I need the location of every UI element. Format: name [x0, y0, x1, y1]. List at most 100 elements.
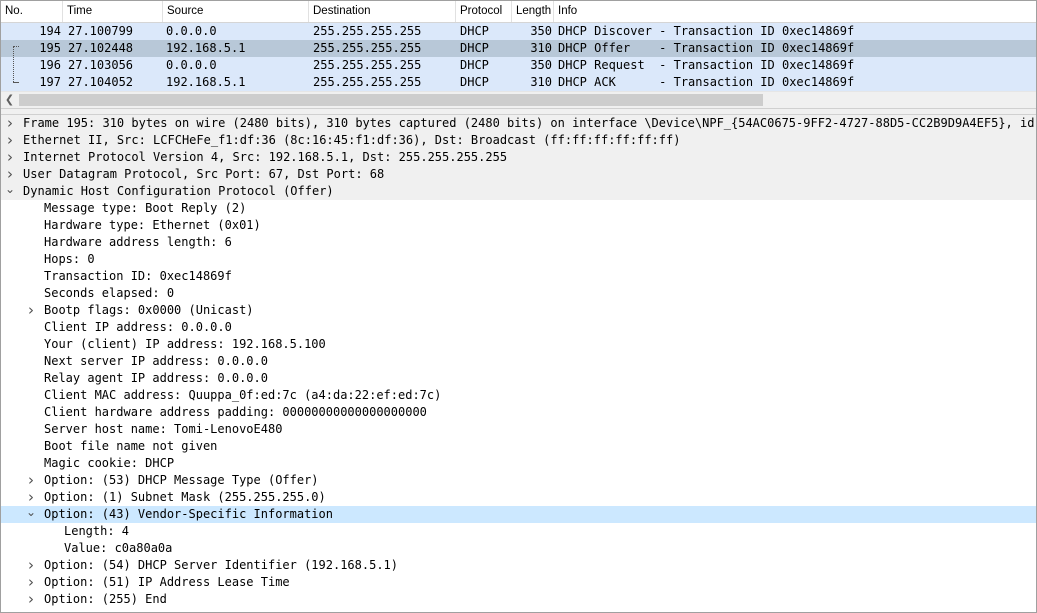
detail-tree-item[interactable]: Hardware type: Ethernet (0x01) [1, 217, 1036, 234]
detail-tree-item[interactable]: › Option: (54) DHCP Server Identifier (19… [1, 557, 1036, 574]
chevron-right-icon[interactable]: › [4, 166, 16, 183]
detail-tree-item[interactable]: Magic cookie: DHCP [1, 455, 1036, 472]
chevron-right-icon[interactable]: › [4, 132, 16, 149]
column-header-info[interactable]: Info [554, 1, 1036, 22]
column-header-source[interactable]: Source [163, 1, 309, 22]
pane-splitter[interactable] [1, 108, 1036, 115]
packet-cell-protocol: DHCP [460, 24, 489, 38]
detail-tree-item[interactable]: Next server IP address: 0.0.0.0 [1, 353, 1036, 370]
detail-tree-item[interactable]: Your (client) IP address: 192.168.5.100 [1, 336, 1036, 353]
detail-tree-item[interactable]: Server host name: Tomi-LenovoE480 [1, 421, 1036, 438]
scrollbar-thumb[interactable] [19, 94, 763, 106]
packet-cell-source: 0.0.0.0 [166, 58, 217, 72]
packet-list-horizontal-scrollbar[interactable]: ❮ [1, 91, 1036, 108]
detail-tree-item[interactable]: › Option: (51) IP Address Lease Time [1, 574, 1036, 591]
detail-tree-item[interactable]: Client hardware address padding: 0000000… [1, 404, 1036, 421]
packet-row[interactable]: 195 27.102448 192.168.5.1 255.255.255.255 DH… [1, 40, 1036, 57]
detail-tree-item[interactable]: ⌄ Option: (43) Vendor-Specific Informatio… [1, 506, 1036, 523]
related-packet-indicator-cap [13, 46, 19, 47]
detail-tree-label: Length: 4 [64, 524, 130, 538]
detail-tree-item[interactable]: › User Datagram Protocol, Src Port: 67, D… [1, 166, 1036, 183]
detail-tree-item[interactable]: Message type: Boot Reply (2) [1, 200, 1036, 217]
packet-cell-time: 27.102448 [68, 41, 134, 55]
detail-tree-item[interactable]: › Option: (255) End [1, 591, 1036, 608]
packet-list-pane: No. Time Source Destination Protocol Len… [1, 1, 1036, 108]
detail-tree-item[interactable]: Boot file name not given [1, 438, 1036, 455]
column-header-length[interactable]: Length [512, 1, 554, 22]
packet-details-tree: › Frame 195: 310 bytes on wire (2480 bits… [1, 115, 1036, 608]
packet-row[interactable]: 194 27.100799 0.0.0.0 255.255.255.255 DHCP 35… [1, 23, 1036, 40]
chevron-right-icon[interactable]: › [25, 557, 37, 574]
detail-tree-label: Server host name: Tomi-LenovoE480 [44, 422, 283, 436]
detail-tree-label: Client IP address: 0.0.0.0 [44, 320, 232, 334]
chevron-right-icon[interactable]: › [25, 591, 37, 608]
packet-cell-destination: 255.255.255.255 [313, 24, 422, 38]
chevron-right-icon[interactable]: › [25, 489, 37, 506]
packet-cell-length: 350 [530, 58, 552, 72]
chevron-right-icon[interactable]: › [25, 574, 37, 591]
detail-tree-label: Transaction ID: 0xec14869f [44, 269, 232, 283]
packet-cell-destination: 255.255.255.255 [313, 41, 422, 55]
packet-cell-no: 196 [39, 58, 61, 72]
column-header-destination[interactable]: Destination [309, 1, 456, 22]
chevron-right-icon[interactable]: › [4, 115, 16, 132]
detail-tree-item[interactable]: Seconds elapsed: 0 [1, 285, 1036, 302]
packet-list-header: No. Time Source Destination Protocol Len… [1, 1, 1036, 23]
detail-tree-label: Magic cookie: DHCP [44, 456, 175, 470]
chevron-right-icon[interactable]: › [25, 302, 37, 319]
packet-cell-info: DHCP ACK - Transaction ID 0xec14869f [558, 75, 855, 89]
packet-list-rows: 194 27.100799 0.0.0.0 255.255.255.255 DHCP 35… [1, 23, 1036, 91]
packet-cell-info: DHCP Discover - Transaction ID 0xec14869… [558, 24, 855, 38]
column-header-no[interactable]: No. [1, 1, 63, 22]
detail-tree-label: Client hardware address padding: 0000000… [44, 405, 427, 419]
detail-tree-item[interactable]: Client IP address: 0.0.0.0 [1, 319, 1036, 336]
detail-tree-label: Boot file name not given [44, 439, 218, 453]
detail-tree-item[interactable]: Relay agent IP address: 0.0.0.0 [1, 370, 1036, 387]
detail-tree-label: Internet Protocol Version 4, Src: 192.16… [23, 150, 508, 164]
chevron-down-icon[interactable]: ⌄ [4, 183, 16, 200]
detail-tree-label: Next server IP address: 0.0.0.0 [44, 354, 268, 368]
detail-tree-item[interactable]: › Ethernet II, Src: LCFCHeFe_f1:df:36 (8c… [1, 132, 1036, 149]
packet-cell-time: 27.103056 [68, 58, 134, 72]
packet-cell-destination: 255.255.255.255 [313, 58, 422, 72]
detail-tree-label: Bootp flags: 0x0000 (Unicast) [44, 303, 254, 317]
detail-tree-item[interactable]: Value: c0a80a0a [1, 540, 1036, 557]
detail-tree-label: User Datagram Protocol, Src Port: 67, Ds… [23, 167, 385, 181]
detail-tree-label: Option: (51) IP Address Lease Time [44, 575, 290, 589]
packet-cell-length: 310 [530, 41, 552, 55]
packet-cell-no: 194 [39, 24, 61, 38]
related-packet-indicator [13, 46, 15, 82]
wireshark-window: No. Time Source Destination Protocol Len… [0, 0, 1037, 613]
packet-cell-time: 27.104052 [68, 75, 134, 89]
chevron-down-icon[interactable]: ⌄ [25, 506, 37, 523]
detail-tree-item[interactable]: Hops: 0 [1, 251, 1036, 268]
detail-tree-item[interactable]: Transaction ID: 0xec14869f [1, 268, 1036, 285]
detail-tree-item[interactable]: ⌄ Dynamic Host Configuration Protocol (Of… [1, 183, 1036, 200]
detail-tree-item[interactable]: › Option: (1) Subnet Mask (255.255.255.0) [1, 489, 1036, 506]
chevron-left-icon[interactable]: ❮ [1, 92, 18, 108]
column-header-protocol[interactable]: Protocol [456, 1, 512, 22]
detail-tree-item[interactable]: › Option: (53) DHCP Message Type (Offer) [1, 472, 1036, 489]
detail-tree-label: Option: (255) End [44, 592, 167, 606]
detail-tree-item[interactable]: Length: 4 [1, 523, 1036, 540]
packet-row[interactable]: 197 27.104052 192.168.5.1 255.255.255.255 DH… [1, 74, 1036, 91]
column-header-time[interactable]: Time [63, 1, 163, 22]
detail-tree-item[interactable]: › Bootp flags: 0x0000 (Unicast) [1, 302, 1036, 319]
chevron-right-icon[interactable]: › [25, 472, 37, 489]
detail-tree-item[interactable]: › Internet Protocol Version 4, Src: 192.1… [1, 149, 1036, 166]
detail-tree-label: Relay agent IP address: 0.0.0.0 [44, 371, 268, 385]
detail-tree-item[interactable]: Hardware address length: 6 [1, 234, 1036, 251]
packet-row[interactable]: 196 27.103056 0.0.0.0 255.255.255.255 DHCP 35… [1, 57, 1036, 74]
detail-tree-label: Option: (54) DHCP Server Identifier (192… [44, 558, 399, 572]
detail-tree-label: Hardware address length: 6 [44, 235, 232, 249]
detail-tree-item[interactable]: › Frame 195: 310 bytes on wire (2480 bits… [1, 115, 1036, 132]
detail-tree-label: Ethernet II, Src: LCFCHeFe_f1:df:36 (8c:… [23, 133, 681, 147]
packet-cell-length: 350 [530, 24, 552, 38]
detail-tree-item[interactable]: Client MAC address: Quuppa_0f:ed:7c (a4:… [1, 387, 1036, 404]
detail-tree-label: Seconds elapsed: 0 [44, 286, 175, 300]
detail-tree-label: Option: (1) Subnet Mask (255.255.255.0) [44, 490, 326, 504]
packet-cell-protocol: DHCP [460, 41, 489, 55]
packet-cell-protocol: DHCP [460, 75, 489, 89]
detail-tree-label: Value: c0a80a0a [64, 541, 173, 555]
chevron-right-icon[interactable]: › [4, 149, 16, 166]
